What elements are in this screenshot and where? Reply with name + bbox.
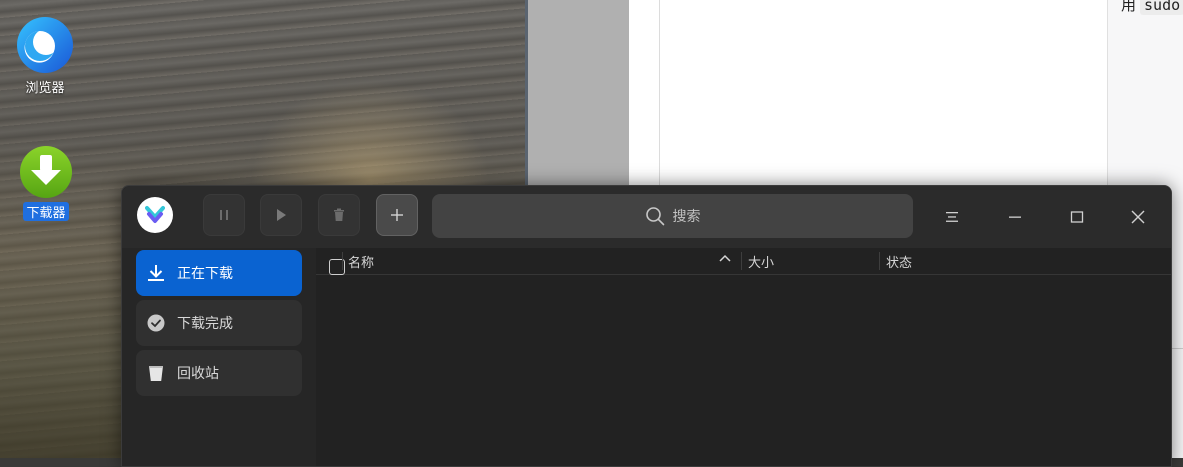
sort-ascending-icon[interactable] <box>718 251 732 269</box>
column-divider <box>879 252 880 270</box>
close-button[interactable] <box>1121 200 1155 234</box>
sidebar-item-label: 下载完成 <box>177 316 233 332</box>
play-icon <box>277 209 286 221</box>
pause-icon <box>220 210 228 220</box>
sidebar-item-downloading[interactable]: 正在下载 <box>136 250 302 296</box>
desktop-icon-label: 下载器 <box>23 202 69 221</box>
column-header-size[interactable]: 大小 <box>748 252 774 271</box>
column-divider <box>741 252 742 270</box>
sidebar-item-completed[interactable]: 下载完成 <box>136 300 302 346</box>
column-divider <box>342 252 343 270</box>
plus-icon <box>391 209 403 221</box>
minimize-icon <box>1009 216 1021 218</box>
sidebar-item-label: 回收站 <box>177 366 219 382</box>
table-header: 名称 大小 状态 <box>316 248 1171 275</box>
desktop-icon-downloader[interactable]: 下载器 <box>11 146 81 221</box>
add-task-button[interactable] <box>376 194 418 236</box>
document-code-snippet: 用 sudo <box>1121 0 1183 15</box>
sidebar: 正在下载 下载完成 回收站 <box>122 248 316 466</box>
download-list: 名称 大小 状态 <box>316 248 1171 466</box>
pause-button[interactable] <box>203 194 245 236</box>
column-header-name[interactable]: 名称 <box>348 252 374 271</box>
download-icon <box>146 263 166 283</box>
sidebar-item-label: 正在下载 <box>177 266 233 282</box>
desktop-icon-label: 浏览器 <box>25 81 65 96</box>
desktop-icon-browser[interactable]: 浏览器 <box>10 17 80 96</box>
search-placeholder: 搜索 <box>672 209 701 225</box>
sidebar-item-recycle-bin[interactable]: 回收站 <box>136 350 302 396</box>
start-button[interactable] <box>260 194 302 236</box>
maximize-icon <box>1070 211 1084 223</box>
browser-icon <box>17 17 73 73</box>
recycle-bin-icon <box>146 363 166 383</box>
column-header-status[interactable]: 状态 <box>886 252 912 271</box>
maximize-button[interactable] <box>1060 200 1094 234</box>
menu-icon <box>946 212 958 222</box>
close-icon <box>1131 210 1145 224</box>
trash-icon <box>334 208 344 221</box>
minimize-button[interactable] <box>998 200 1032 234</box>
app-logo-icon <box>137 197 173 233</box>
search-input[interactable]: 搜索 <box>432 194 913 238</box>
document-divider <box>659 0 660 185</box>
downloader-window: 搜索 正在下载 下载完成 回收站 名称 大小 状态 <box>121 185 1172 467</box>
search-icon <box>645 207 664 226</box>
delete-button[interactable] <box>318 194 360 236</box>
main-menu-button[interactable] <box>935 200 969 234</box>
check-circle-icon <box>146 313 166 333</box>
title-bar[interactable]: 搜索 <box>122 186 1171 248</box>
downloader-icon <box>20 146 72 198</box>
